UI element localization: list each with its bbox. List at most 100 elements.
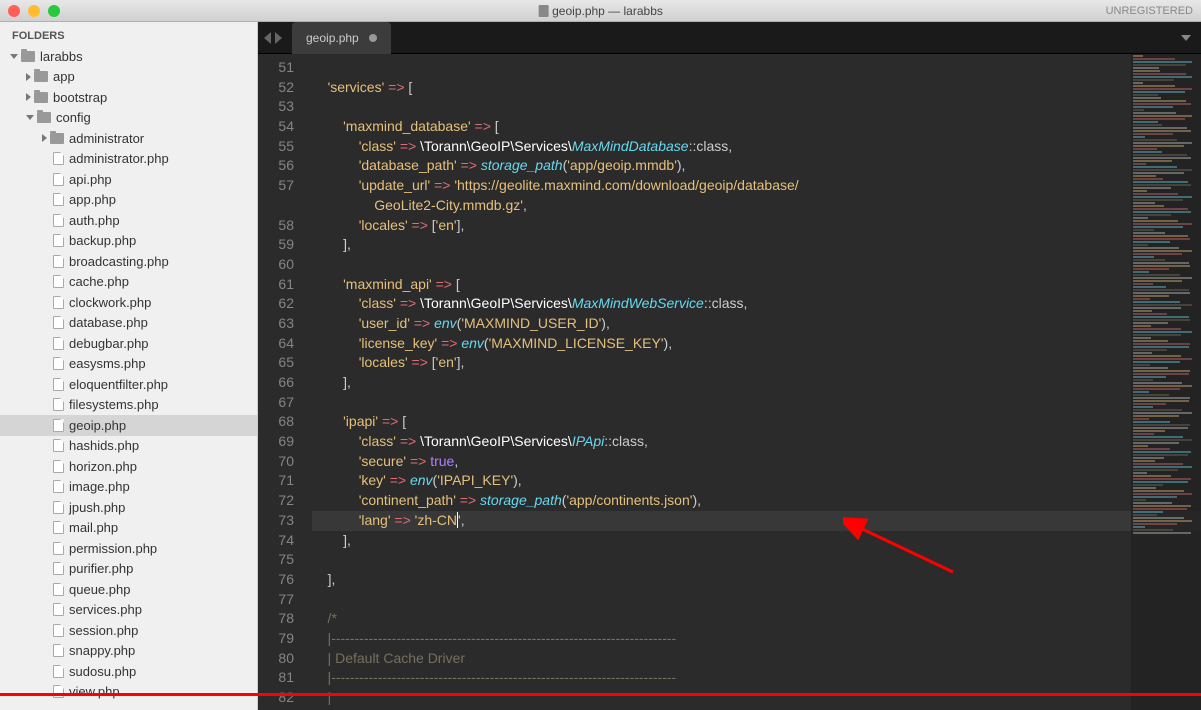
tree-item-label: purifier.php: [69, 561, 133, 576]
minimize-icon[interactable]: [28, 5, 40, 17]
tree-item-label: clockwork.php: [69, 295, 151, 310]
file-icon: [53, 460, 64, 473]
file-item[interactable]: hashids.php: [0, 436, 257, 457]
tree-item-label: app: [53, 69, 75, 84]
gutter: 5152535455565758596061626364656667686970…: [258, 54, 304, 710]
file-item[interactable]: debugbar.php: [0, 333, 257, 354]
file-item[interactable]: queue.php: [0, 579, 257, 600]
tab-geoip[interactable]: geoip.php: [292, 22, 391, 54]
maximize-icon[interactable]: [48, 5, 60, 17]
window-title: geoip.php — larabbs: [538, 4, 663, 18]
file-icon: [53, 644, 64, 657]
file-item[interactable]: image.php: [0, 477, 257, 498]
file-icon: [53, 501, 64, 514]
tree-item-label: queue.php: [69, 582, 130, 597]
file-item[interactable]: broadcasting.php: [0, 251, 257, 272]
file-item[interactable]: snappy.php: [0, 641, 257, 662]
file-item[interactable]: permission.php: [0, 538, 257, 559]
file-icon: [53, 419, 64, 432]
file-icon: [53, 624, 64, 637]
file-icon: [53, 542, 64, 555]
nav-back-icon[interactable]: [264, 32, 271, 44]
file-item[interactable]: jpush.php: [0, 497, 257, 518]
folder-icon: [37, 112, 51, 123]
editor-area: geoip.php 515253545556575859606162636465…: [258, 22, 1201, 710]
file-icon: [53, 214, 64, 227]
tree-item-label: jpush.php: [69, 500, 125, 515]
folder-item[interactable]: larabbs: [0, 46, 257, 67]
file-icon: [53, 583, 64, 596]
file-item[interactable]: services.php: [0, 600, 257, 621]
tree-item-label: permission.php: [69, 541, 157, 556]
file-icon: [53, 234, 64, 247]
title-text: geoip.php — larabbs: [552, 4, 663, 18]
file-icon: [53, 398, 64, 411]
folder-item[interactable]: administrator: [0, 128, 257, 149]
file-icon: [53, 685, 64, 698]
file-item[interactable]: auth.php: [0, 210, 257, 231]
sidebar: FOLDERS larabbs app bootstrap config adminis…: [0, 22, 258, 710]
folders-header: FOLDERS: [0, 22, 257, 46]
folder-item[interactable]: bootstrap: [0, 87, 257, 108]
close-icon[interactable]: [8, 5, 20, 17]
file-item[interactable]: filesystems.php: [0, 395, 257, 416]
tree-item-label: horizon.php: [69, 459, 137, 474]
file-icon: [53, 173, 64, 186]
file-icon: [53, 562, 64, 575]
window-controls: [8, 5, 60, 17]
tabs-dropdown-icon[interactable]: [1181, 35, 1191, 41]
annotation-underline: [0, 693, 1201, 696]
tree-item-label: database.php: [69, 315, 148, 330]
tree-item-label: config: [56, 110, 91, 125]
file-item[interactable]: backup.php: [0, 231, 257, 252]
file-icon: [53, 255, 64, 268]
file-item[interactable]: api.php: [0, 169, 257, 190]
tree-item-label: sudosu.php: [69, 664, 136, 679]
file-item[interactable]: database.php: [0, 313, 257, 334]
tree-item-label: hashids.php: [69, 438, 139, 453]
tabs-row: geoip.php: [258, 22, 1201, 54]
file-item[interactable]: session.php: [0, 620, 257, 641]
file-item[interactable]: easysms.php: [0, 354, 257, 375]
folder-icon: [50, 133, 64, 144]
file-icon: [53, 275, 64, 288]
tree-item-label: filesystems.php: [69, 397, 159, 412]
code-editor[interactable]: 5152535455565758596061626364656667686970…: [258, 54, 1201, 710]
tree-item-label: image.php: [69, 479, 130, 494]
folder-icon: [21, 51, 35, 62]
file-icon: [53, 665, 64, 678]
file-item[interactable]: eloquentfilter.php: [0, 374, 257, 395]
file-item[interactable]: mail.php: [0, 518, 257, 539]
file-icon: [53, 439, 64, 452]
code-content[interactable]: 'services' => [ 'maxmind_database' => [ …: [304, 54, 1201, 710]
tree-item-label: app.php: [69, 192, 116, 207]
file-item[interactable]: horizon.php: [0, 456, 257, 477]
tree-item-label: snappy.php: [69, 643, 135, 658]
tree-item-label: administrator.php: [69, 151, 169, 166]
file-item[interactable]: cache.php: [0, 272, 257, 293]
tree-item-label: cache.php: [69, 274, 129, 289]
file-icon: [53, 357, 64, 370]
file-item[interactable]: geoip.php: [0, 415, 257, 436]
file-icon: [53, 193, 64, 206]
file-icon: [53, 480, 64, 493]
tree-item-label: bootstrap: [53, 90, 107, 105]
tree-item-label: easysms.php: [69, 356, 146, 371]
folder-item[interactable]: app: [0, 67, 257, 88]
folder-icon: [34, 71, 48, 82]
file-item[interactable]: administrator.php: [0, 149, 257, 170]
minimap[interactable]: [1131, 54, 1201, 710]
file-item[interactable]: sudosu.php: [0, 661, 257, 682]
file-item[interactable]: clockwork.php: [0, 292, 257, 313]
file-item[interactable]: app.php: [0, 190, 257, 211]
folder-item[interactable]: config: [0, 108, 257, 129]
file-item[interactable]: purifier.php: [0, 559, 257, 580]
nav-forward-icon[interactable]: [275, 32, 282, 44]
file-item[interactable]: view.php: [0, 682, 257, 703]
tree-item-label: session.php: [69, 623, 138, 638]
tree-item-label: mail.php: [69, 520, 118, 535]
tree-item-label: services.php: [69, 602, 142, 617]
tree-item-label: eloquentfilter.php: [69, 377, 168, 392]
file-icon: [53, 316, 64, 329]
tab-label: geoip.php: [306, 31, 359, 45]
